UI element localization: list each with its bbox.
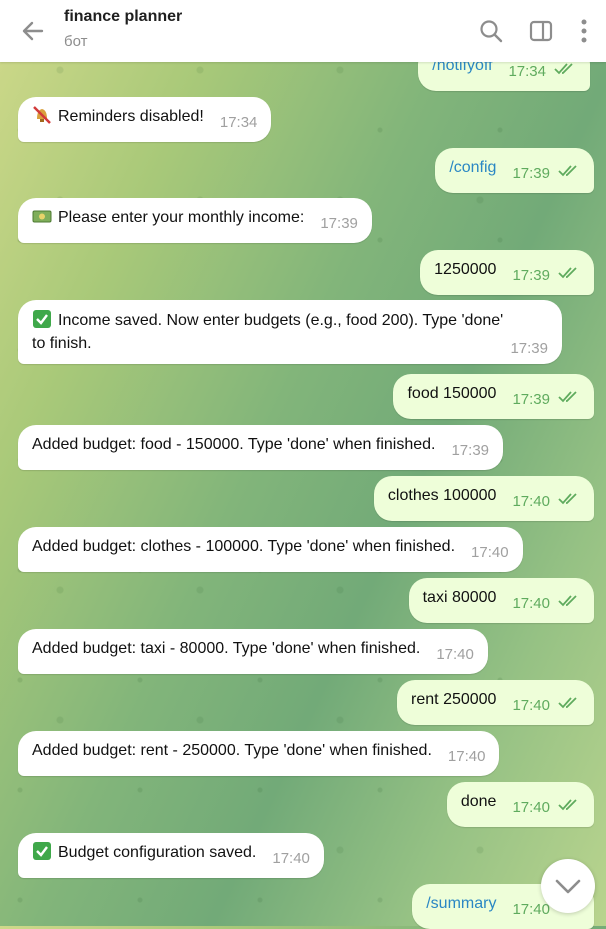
incoming-message[interactable]: Reminders disabled! 17:34 [18,97,272,142]
message-text: Please enter your monthly income: [58,209,305,226]
message-time: 17:40 [471,544,509,561]
chevron-down-icon [555,879,581,894]
outgoing-message[interactable]: food 150000 17:39 [393,374,594,419]
more-options-icon[interactable] [574,18,594,44]
double-check-icon [558,697,577,709]
incoming-message[interactable]: Please enter your monthly income: 17:39 [18,198,372,243]
message-time: 17:34 [219,114,258,131]
incoming-message[interactable]: Added budget: food - 150000. Type 'done'… [18,425,504,470]
message-text: Reminders disabled! [58,108,204,125]
message-time: 17:40 [447,748,486,765]
chat-title[interactable]: finance planner [64,8,182,26]
check-mark-icon [33,842,51,860]
outgoing-message[interactable]: rent 250000 17:40 [397,680,594,725]
double-check-icon [558,165,577,177]
message-text: taxi 80000 [422,589,497,606]
message-time: 17:39 [512,165,550,182]
double-check-icon [558,799,577,811]
double-check-icon [558,595,577,607]
message-time: 17:40 [512,595,550,612]
incoming-message[interactable]: Added budget: taxi - 80000. Type 'done' … [18,629,488,674]
incoming-message[interactable]: Budget configuration saved. 17:40 [18,833,324,878]
message-text: Added budget: clothes - 100000. Type 'do… [32,538,456,555]
message-text: 1250000 [434,261,497,278]
message-time: 17:40 [512,799,550,816]
message-text-line-2: to finish. [32,335,92,352]
outgoing-message[interactable]: taxi 80000 17:40 [408,578,594,623]
message-time: 17:40 [272,850,310,867]
incoming-message[interactable]: Added budget: clothes - 100000. Type 'do… [18,527,523,572]
message-text: Income saved. Now enter budgets (e.g., f… [58,312,504,329]
message-time: 17:39 [510,340,548,357]
message-text[interactable]: /config [449,159,496,176]
message-text: food 150000 [407,385,497,402]
muted-bell-icon [33,106,51,124]
message-text: clothes 100000 [387,487,497,504]
back-arrow-icon[interactable] [18,16,48,46]
message-time: 17:34 [508,63,546,80]
message-text: Added budget: food - 150000. Type 'done'… [32,436,436,453]
search-icon[interactable] [478,18,504,44]
double-check-icon [554,63,573,75]
double-check-icon [558,391,577,403]
message-time: 17:39 [320,215,358,232]
outgoing-message[interactable]: done 17:40 [446,782,594,827]
message-text: Added budget: rent - 250000. Type 'done'… [32,742,432,759]
message-text: Added budget: taxi - 80000. Type 'done' … [32,640,421,657]
chat-subtitle: бот [64,33,88,50]
incoming-message[interactable]: Income saved. Now enter budgets (e.g., f… [18,300,562,364]
message-time: 17:39 [512,267,550,284]
incoming-message[interactable]: Added budget: rent - 250000. Type 'done'… [18,731,500,776]
message-time: 17:40 [512,493,550,510]
message-time: 17:40 [512,697,550,714]
money-icon [32,210,52,223]
double-check-icon [558,493,577,505]
message-text: done [460,793,497,810]
message-time: 17:39 [451,442,490,459]
message-time: 17:40 [436,646,474,663]
chat-header: finance planner бот [0,0,606,62]
message-time: 17:39 [512,391,550,408]
outgoing-message[interactable]: clothes 100000 17:40 [373,476,594,521]
outgoing-message[interactable]: /config 17:39 [435,148,594,193]
message-text: Budget configuration saved. [58,844,257,861]
message-text[interactable]: /summary [426,895,496,912]
scroll-to-bottom-button[interactable] [541,859,595,913]
message-list[interactable]: /notifyoff 17:34 Reminders disabled! 17:34… [0,0,606,929]
outgoing-message[interactable]: 1250000 17:39 [420,250,594,295]
double-check-icon [558,267,577,279]
sidebar-toggle-icon[interactable] [528,18,554,44]
message-text: rent 250000 [411,691,497,708]
check-mark-icon [33,310,51,328]
